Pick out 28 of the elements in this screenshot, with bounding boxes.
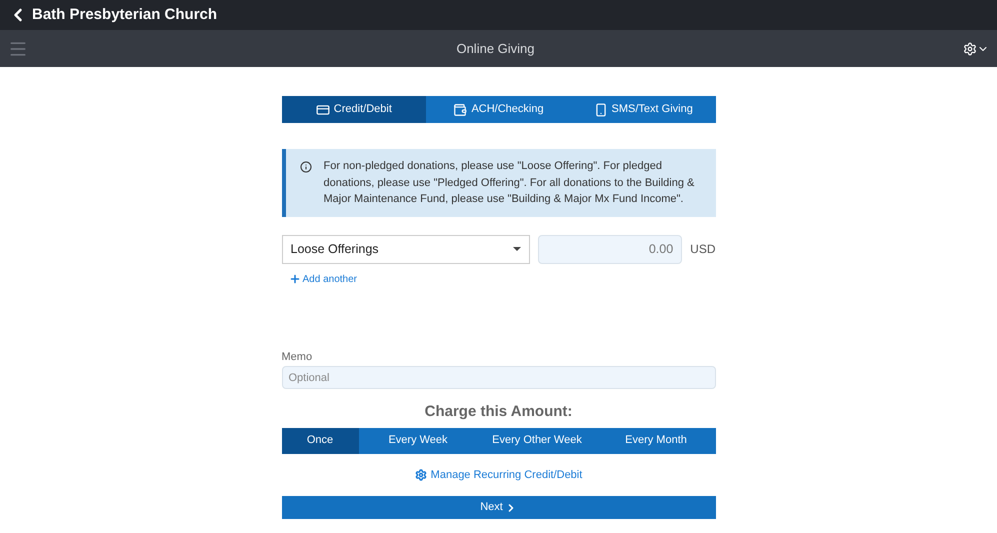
amount-field[interactable]: 0.00 [538, 234, 682, 264]
church-title: Bath Presbyterian Church [32, 4, 218, 25]
gear-icon [414, 468, 427, 481]
credit-card-icon [316, 102, 330, 116]
fund-select[interactable]: Loose Offerings [282, 234, 530, 264]
notice-text: For non-pledged donations, please use "Loose Offering". For pledged donations, please use "Pledged Offering". For all donations to the Building & Major Maintenance Fund, please use "Building & Major Mx Fund Income". [324, 159, 696, 207]
frequency-tab[interactable]: Every Month [596, 428, 716, 454]
add-another-link[interactable]: Add another [288, 272, 357, 286]
frequency-tab[interactable]: Every Other Week [478, 428, 596, 454]
currency-label: USD [690, 241, 716, 258]
charge-heading: Charge this Amount: [424, 402, 574, 422]
plus-icon [288, 273, 300, 285]
payment-tab[interactable]: SMS/Text Giving [570, 96, 716, 123]
settings-menu-button[interactable] [963, 42, 989, 56]
memo-field[interactable]: Optional [282, 366, 716, 389]
info-icon [300, 161, 312, 173]
next-button[interactable]: Next [282, 496, 716, 519]
frequency-tab[interactable]: Every Week [358, 428, 478, 454]
payment-tab[interactable]: ACH/Checking [426, 96, 571, 123]
frequency-tab[interactable]: Once [282, 428, 358, 454]
memo-label: Memo [282, 350, 314, 364]
settings-icon [963, 42, 977, 56]
payment-tab[interactable]: Credit/Debit [282, 96, 426, 123]
page-title: Online Giving [455, 40, 536, 58]
phone-icon [594, 102, 608, 116]
manage-recurring-link[interactable]: Manage Recurring Credit/Debit [414, 466, 582, 483]
wallet-icon [453, 102, 468, 116]
caret-icon [513, 247, 522, 251]
